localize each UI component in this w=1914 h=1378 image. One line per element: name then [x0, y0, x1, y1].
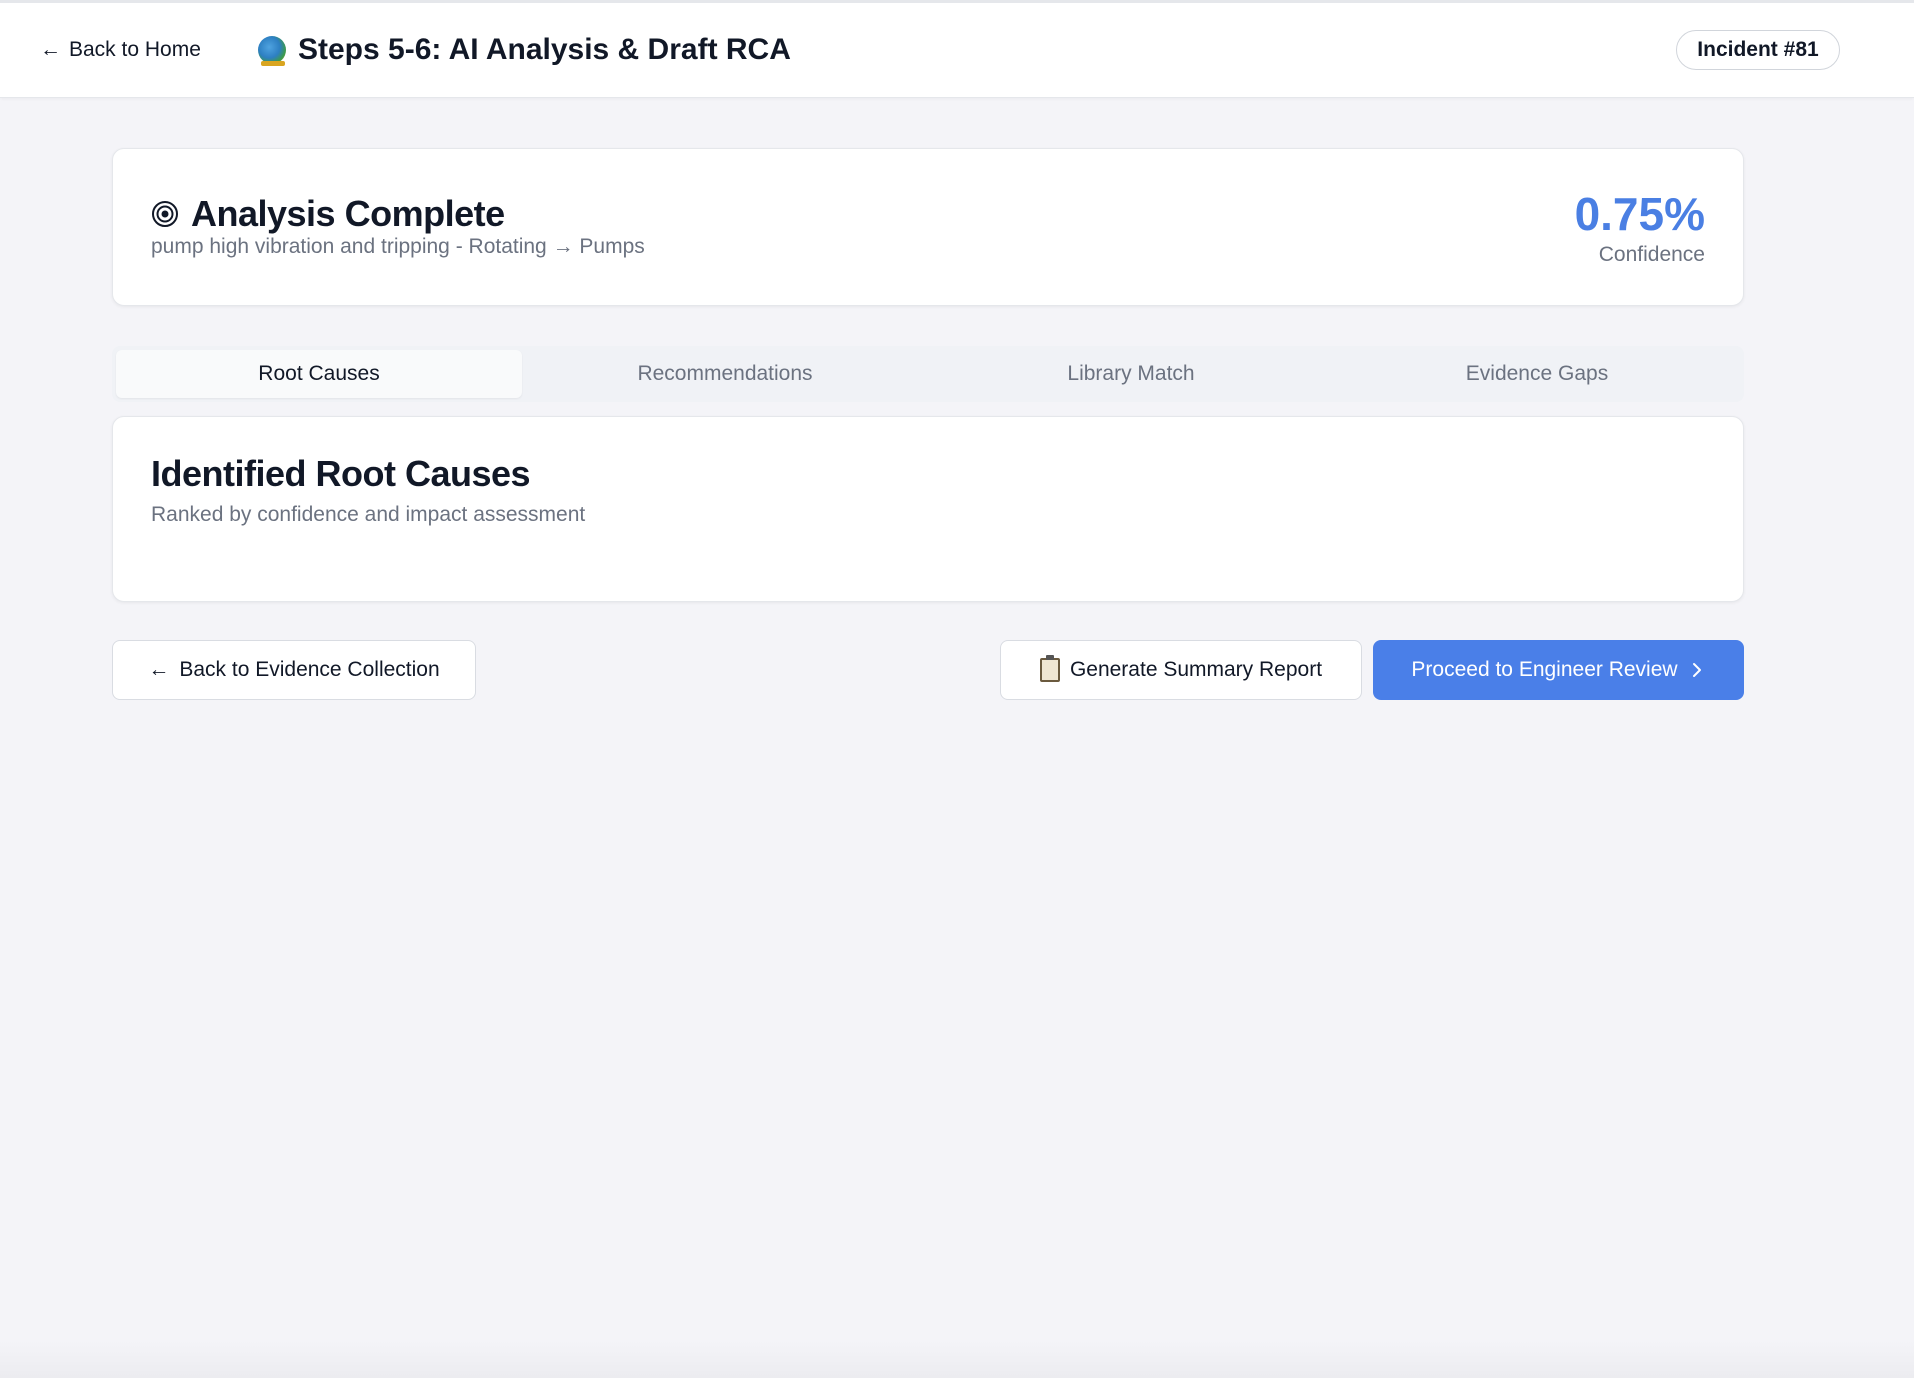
confidence-value: 0.75%: [1574, 188, 1705, 240]
tab-root-causes[interactable]: Root Causes: [116, 350, 522, 398]
back-to-evidence-label: Back to Evidence Collection: [179, 658, 440, 681]
clipboard-icon: [1039, 655, 1060, 682]
generate-report-label: Generate Summary Report: [1069, 658, 1323, 681]
page-title: Steps 5-6: AI Analysis & Draft RCA: [298, 33, 791, 66]
back-to-home-link[interactable]: ← Back to Home: [40, 34, 201, 66]
back-to-evidence-button[interactable]: ← Back to Evidence Collection: [112, 640, 476, 700]
summary-header: Analysis Complete: [151, 193, 505, 235]
tab-library-match[interactable]: Library Match: [928, 350, 1334, 398]
arrow-left-icon: ←: [40, 38, 61, 61]
analysis-summary-card: Analysis Complete pump high vibration an…: [112, 148, 1744, 306]
analysis-tabs: Root Causes Recommendations Library Matc…: [112, 346, 1744, 402]
incident-badge: Incident #81: [1676, 30, 1840, 70]
top-bar: ← Back to Home Steps 5-6: AI Analysis & …: [0, 0, 1914, 98]
chevron-right-icon: [1692, 663, 1701, 677]
root-causes-subtitle: Ranked by confidence and impact assessme…: [151, 503, 586, 526]
page-header: Steps 5-6: AI Analysis & Draft RCA: [258, 30, 791, 70]
tab-evidence-gaps[interactable]: Evidence Gaps: [1334, 350, 1740, 398]
root-causes-card: Identified Root Causes Ranked by confide…: [112, 416, 1744, 602]
analysis-subtitle: pump high vibration and tripping - Rotat…: [151, 235, 645, 258]
arrow-left-icon: ←: [148, 658, 170, 681]
back-to-home-label: Back to Home: [69, 38, 201, 61]
analysis-title: Analysis Complete: [191, 193, 505, 234]
root-causes-title: Identified Root Causes: [151, 453, 531, 494]
confidence-label: Confidence: [1598, 243, 1705, 266]
generate-summary-report-button[interactable]: Generate Summary Report: [1000, 640, 1362, 700]
proceed-label: Proceed to Engineer Review: [1411, 658, 1678, 681]
proceed-to-engineer-review-button[interactable]: Proceed to Engineer Review: [1373, 640, 1744, 700]
app-logo-icon: [258, 36, 286, 66]
target-icon: [152, 201, 178, 227]
footer-shade: [0, 1340, 1914, 1378]
tab-recommendations[interactable]: Recommendations: [522, 350, 928, 398]
